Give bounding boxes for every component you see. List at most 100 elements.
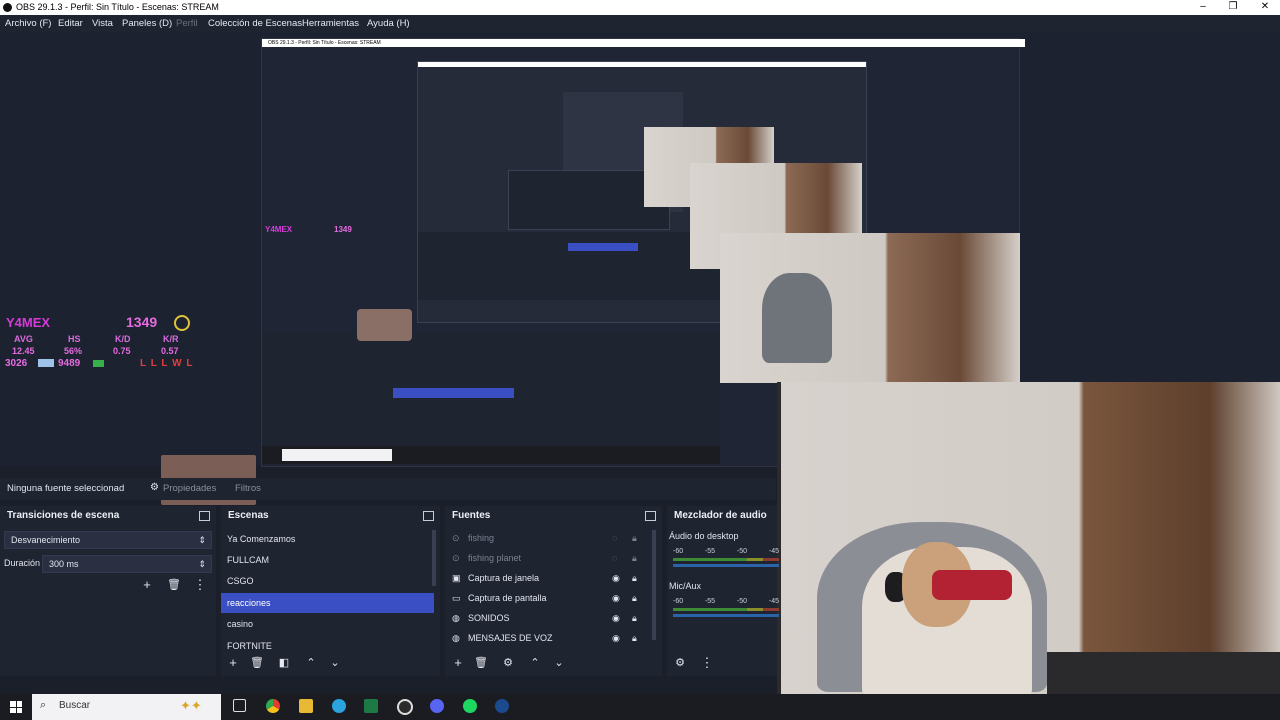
scale-tick: -60 xyxy=(673,598,684,605)
scene-filters-icon[interactable]: ◧ xyxy=(274,654,294,672)
mic-volume-slider[interactable] xyxy=(673,614,779,617)
lock-icon[interactable]: 🔒︎ xyxy=(632,568,637,588)
eye-hidden-icon[interactable]: ◌ xyxy=(612,548,617,568)
lock-icon[interactable]: 🔒︎ xyxy=(632,588,637,608)
menu-archivo[interactable]: Archivo (F) xyxy=(5,18,51,29)
duration-input[interactable]: 300 ms ⇕ xyxy=(42,555,212,573)
overlay-label-avg: AVG xyxy=(14,334,33,344)
sources-dock: Fuentes ⊙ fishing ◌ 🔒︎ ⊙ fishing planet … xyxy=(445,506,662,676)
menu-coleccion[interactable]: Colección de Escenas xyxy=(208,18,302,29)
no-source-label: Ninguna fuente seleccionad xyxy=(7,483,125,494)
scene-item-selected[interactable]: reacciones xyxy=(221,593,434,613)
scene-item[interactable]: Ya Comenzamos xyxy=(221,529,434,549)
source-label: fishing xyxy=(468,533,495,543)
delete-scene-button[interactable]: 🗑 xyxy=(247,654,267,672)
scale-tick: -50 xyxy=(736,598,748,605)
scale-tick: -45 xyxy=(768,598,779,605)
filters-button[interactable]: Filtros xyxy=(235,483,261,494)
add-source-button[interactable]: + xyxy=(448,654,468,672)
source-item[interactable]: ▭ Captura de pantalla ◉ 🔒︎ xyxy=(452,588,652,608)
scenes-scrollbar[interactable] xyxy=(432,530,436,586)
minimize-button[interactable]: – xyxy=(1188,0,1218,15)
game-icon: ⊙ xyxy=(452,533,460,543)
menu-perfil[interactable]: Perfil xyxy=(176,18,198,29)
add-scene-button[interactable]: + xyxy=(223,654,243,672)
telegram-icon[interactable] xyxy=(332,699,346,713)
rank-icon xyxy=(38,359,54,367)
eye-hidden-icon[interactable]: ◌ xyxy=(612,528,617,548)
add-transition-button[interactable]: + xyxy=(137,576,157,594)
source-item[interactable]: ▣ Captura de janela ◉ 🔒︎ xyxy=(452,568,652,588)
source-label: fishing planet xyxy=(468,553,522,563)
move-down-icon[interactable]: ⌄ xyxy=(325,654,345,672)
lock-icon[interactable]: 🔒︎ xyxy=(632,548,637,568)
undock-icon[interactable] xyxy=(645,511,656,521)
source-item[interactable]: ◍ MENSAJES DE VOZ ◉ 🔒︎ xyxy=(452,628,652,648)
excel-icon[interactable] xyxy=(364,699,378,713)
chrome-icon[interactable] xyxy=(266,699,280,713)
eye-icon[interactable]: ◉ xyxy=(612,628,620,648)
maximize-button[interactable]: ❐ xyxy=(1218,0,1248,15)
source-item[interactable]: ⊙ fishing ◌ 🔒︎ xyxy=(452,528,652,548)
properties-button[interactable]: Propiedades xyxy=(163,483,216,494)
spin-icon[interactable]: ⇕ xyxy=(198,556,206,572)
scene-item[interactable]: casino xyxy=(221,614,434,634)
gear-icon[interactable]: ⚙ xyxy=(150,482,159,493)
close-button[interactable]: ✕ xyxy=(1250,0,1280,15)
search-placeholder: Buscar xyxy=(59,700,91,711)
desktop-scale: -60 -55 -50 -45 xyxy=(673,548,779,555)
search-icon: ⌕ xyxy=(40,699,47,711)
scene-item[interactable]: CSGO xyxy=(221,571,434,591)
scene-item[interactable]: FULLCAM xyxy=(221,550,434,570)
delete-transition-button[interactable]: 🗑 xyxy=(164,576,184,594)
scale-tick: -45 xyxy=(768,548,779,555)
search-highlight-icon: ✦✦ xyxy=(180,698,202,713)
scene-item[interactable]: FORTNITE xyxy=(221,636,434,650)
duration-value: 300 ms xyxy=(49,559,79,569)
overlay-elo: 3026 xyxy=(5,358,28,369)
audio-settings-icon[interactable]: ⚙ xyxy=(670,654,690,672)
menu-ayuda[interactable]: Ayuda (H) xyxy=(367,18,410,29)
source-properties-icon[interactable]: ⚙ xyxy=(498,654,518,672)
windows-start-icon[interactable] xyxy=(10,701,22,713)
obs-taskbar-icon[interactable] xyxy=(397,699,413,715)
overlay-label-kr: K/R xyxy=(163,334,179,344)
window-title: OBS 29.1.3 - Perfil: Sin Título - Escena… xyxy=(16,2,219,12)
steam-icon[interactable] xyxy=(495,699,509,713)
spotify-icon[interactable] xyxy=(463,699,477,713)
updown-icon: ⇕ xyxy=(198,535,206,545)
lock-icon[interactable]: 🔒︎ xyxy=(632,608,637,628)
undock-icon[interactable] xyxy=(423,511,434,521)
lock-icon[interactable]: 🔒︎ xyxy=(632,628,637,648)
move-down-icon[interactable]: ⌄ xyxy=(549,654,569,672)
mixer-more-button[interactable]: ⋮ xyxy=(697,654,717,672)
eye-icon[interactable]: ◉ xyxy=(612,588,620,608)
desktop-volume-slider[interactable] xyxy=(673,564,779,567)
source-item[interactable]: ⊙ fishing planet ◌ 🔒︎ xyxy=(452,548,652,568)
menu-herramientas[interactable]: Herramientas xyxy=(302,18,359,29)
globe-icon: ◍ xyxy=(452,613,460,623)
scenes-title: Escenas xyxy=(228,510,269,521)
file-explorer-icon[interactable] xyxy=(299,699,313,713)
delete-source-button[interactable]: 🗑 xyxy=(471,654,491,672)
move-up-icon[interactable]: ⌃ xyxy=(301,654,321,672)
desktop-level-meter xyxy=(673,558,779,561)
taskbar-search-box[interactable]: ⌕ Buscar ✦✦ xyxy=(32,694,221,720)
undock-icon[interactable] xyxy=(199,511,210,521)
lock-icon[interactable]: 🔒︎ xyxy=(632,528,637,548)
move-up-icon[interactable]: ⌃ xyxy=(525,654,545,672)
menu-paneles[interactable]: Paneles (D) xyxy=(122,18,172,29)
task-view-icon[interactable] xyxy=(233,699,246,712)
channel-mic-name: Mic/Aux xyxy=(669,581,702,591)
scale-tick: -55 xyxy=(704,548,716,555)
eye-icon[interactable]: ◉ xyxy=(612,568,620,588)
transition-select[interactable]: Desvanecimiento ⇕ xyxy=(4,531,212,549)
overlay-player-name: Y4MEX xyxy=(6,315,51,330)
menu-vista[interactable]: Vista xyxy=(92,18,113,29)
discord-icon[interactable] xyxy=(430,699,444,713)
menu-editar[interactable]: Editar xyxy=(58,18,83,29)
sources-scrollbar[interactable] xyxy=(652,530,656,640)
eye-icon[interactable]: ◉ xyxy=(612,608,620,628)
more-transition-button[interactable]: ⋮ xyxy=(190,576,210,594)
source-item[interactable]: ◍ SONIDOS ◉ 🔒︎ xyxy=(452,608,652,628)
